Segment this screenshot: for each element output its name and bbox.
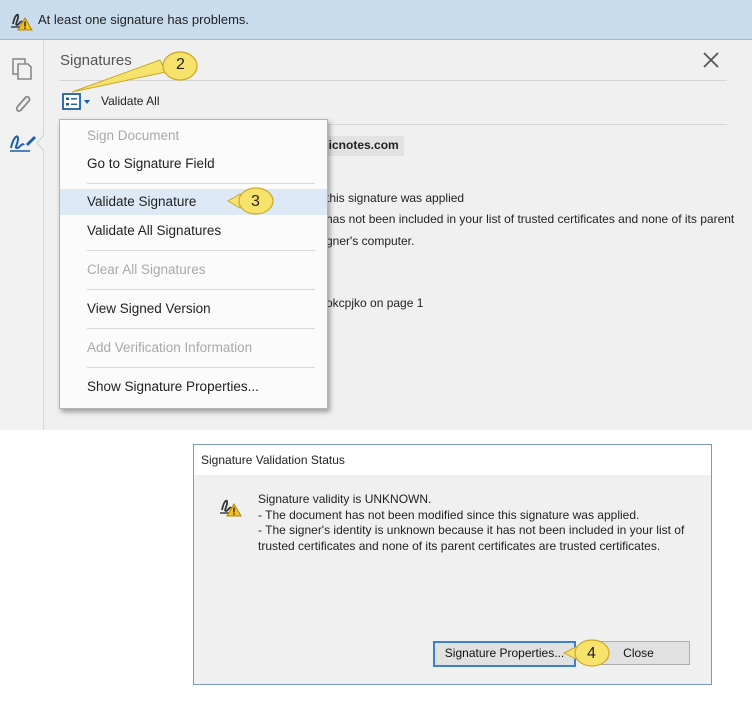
menu-separator — [87, 289, 315, 290]
signature-detail-line: this signature was applied — [326, 191, 465, 205]
signature-options-menu: Sign Document Go to Signature Field Vali… — [59, 119, 328, 409]
menu-item-validate-all-signatures[interactable]: Validate All Signatures — [60, 218, 327, 244]
menu-item-view-signed-version[interactable]: View Signed Version — [60, 296, 327, 322]
signature-warning-icon — [220, 499, 242, 517]
signature-entry-heading[interactable]: sicnotes.com — [322, 138, 399, 152]
banner-message: At least one signature has problems. — [38, 12, 250, 27]
dialog-message-line: Signature validity is UNKNOWN. — [258, 492, 432, 506]
dialog-message-line: - The signer's identity is unknown becau… — [258, 523, 685, 537]
close-icon[interactable] — [700, 49, 722, 71]
menu-item-sign-document: Sign Document — [87, 128, 180, 143]
dialog-message-line: trusted certificates and none of its par… — [258, 538, 661, 553]
signature-warning-icon — [11, 13, 33, 31]
signature-pen-icon[interactable] — [8, 130, 38, 154]
active-tab-pointer — [36, 135, 44, 151]
callout-2-number: 2 — [176, 56, 185, 73]
menu-separator — [87, 250, 315, 251]
menu-item-go-to-signature-field[interactable]: Go to Signature Field — [60, 151, 327, 177]
signature-problem-banner: At least one signature has problems. — [0, 0, 752, 40]
menu-separator — [87, 183, 315, 184]
signature-detail-line: has not been included in your list of tr… — [326, 212, 735, 226]
dialog-message: Signature validity is UNKNOWN. - The doc… — [258, 492, 698, 554]
dialog-title: Signature Validation Status — [201, 453, 345, 467]
dialog-message-line: - The document has not been modified sin… — [258, 507, 640, 522]
menu-item-add-verification-information: Add Verification Information — [87, 340, 253, 355]
signature-detail-line: gner's computer. — [326, 234, 415, 248]
signature-properties-button[interactable]: Signature Properties... — [433, 641, 576, 667]
callout-4-number: 4 — [587, 645, 596, 662]
navigation-rail — [0, 40, 44, 430]
pages-icon[interactable] — [11, 57, 33, 81]
menu-separator — [87, 367, 315, 368]
callout-3-number: 3 — [251, 193, 260, 210]
menu-item-show-signature-properties[interactable]: Show Signature Properties... — [60, 374, 327, 400]
attachment-icon[interactable] — [11, 92, 33, 116]
signature-detail-line: okcpjko on page 1 — [326, 296, 424, 310]
menu-item-clear-all-signatures: Clear All Signatures — [87, 262, 206, 277]
menu-item-validate-signature[interactable]: Validate Signature — [60, 189, 327, 215]
validate-all-button[interactable]: Validate All — [101, 94, 159, 108]
menu-separator — [87, 328, 315, 329]
chevron-down-icon — [84, 100, 90, 104]
